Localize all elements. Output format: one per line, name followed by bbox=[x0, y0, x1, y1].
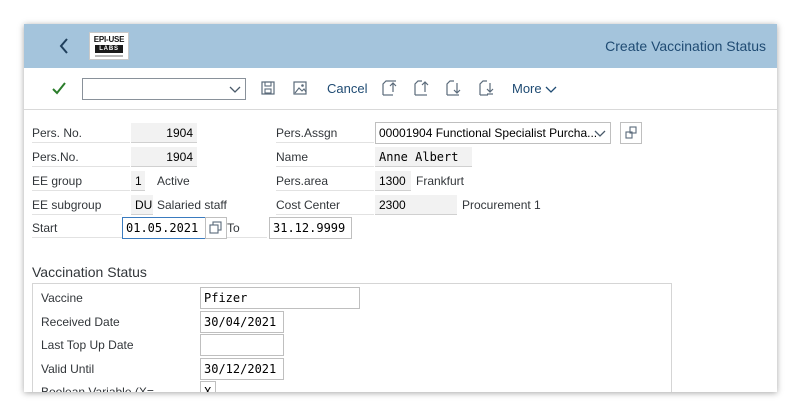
last-top-up-date-label: Last Top Up Date bbox=[41, 338, 134, 352]
vaccination-group: Vaccine Pfizer Received Date 30/04/2021 … bbox=[32, 283, 672, 392]
shell-bar: EPI-USE LABS Create Vaccination Status bbox=[24, 24, 777, 68]
copy-icon bbox=[209, 221, 222, 234]
valid-until-label: Valid Until bbox=[41, 362, 95, 376]
pers-no-value: 1904 bbox=[131, 123, 197, 143]
received-date-input[interactable]: 30/04/2021 bbox=[200, 311, 284, 333]
vaccination-section-title: Vaccination Status bbox=[32, 264, 147, 280]
ee-subgroup-code: DU bbox=[131, 195, 153, 215]
start-label: Start bbox=[32, 218, 126, 238]
next-page-icon[interactable] bbox=[445, 80, 461, 96]
back-button[interactable] bbox=[54, 35, 74, 57]
first-page-icon[interactable] bbox=[381, 80, 397, 96]
ee-group-text: Active bbox=[157, 174, 190, 188]
last-page-icon[interactable] bbox=[478, 80, 494, 96]
image-icon[interactable] bbox=[292, 80, 308, 96]
pers-assgn-select[interactable]: 00001904 Functional Specialist Purcha... bbox=[375, 122, 611, 144]
date-picker-button[interactable] bbox=[205, 217, 227, 239]
chevron-down-icon bbox=[545, 86, 557, 93]
cost-center-text: Procurement 1 bbox=[462, 198, 541, 212]
pers-assgn-label: Pers.Assgn bbox=[276, 123, 374, 143]
chevron-down-icon bbox=[229, 86, 241, 93]
pers-area-text: Frankfurt bbox=[416, 174, 465, 188]
link-icon bbox=[625, 126, 637, 139]
previous-page-icon[interactable] bbox=[413, 80, 429, 96]
cancel-button[interactable]: Cancel bbox=[327, 81, 367, 96]
pers-no2-value: 1904 bbox=[131, 147, 197, 167]
more-button[interactable]: More bbox=[512, 81, 557, 96]
cost-center-label: Cost Center bbox=[276, 195, 374, 215]
ee-group-code: 1 bbox=[131, 171, 145, 191]
save-icon[interactable] bbox=[260, 80, 276, 96]
vaccine-input[interactable]: Pfizer bbox=[200, 287, 360, 309]
ee-group-label: EE group bbox=[32, 171, 130, 191]
vaccine-label: Vaccine bbox=[41, 291, 83, 305]
to-label: To bbox=[227, 218, 267, 238]
company-logo: EPI-USE LABS bbox=[89, 32, 129, 60]
pers-no2-label: Pers.No. bbox=[32, 147, 130, 167]
to-date-input[interactable]: 31.12.9999 bbox=[269, 217, 352, 239]
ee-subgroup-text: Salaried staff bbox=[157, 198, 227, 212]
more-button-label: More bbox=[512, 81, 542, 96]
app-window: EPI-USE LABS Create Vaccination Status C… bbox=[24, 24, 777, 392]
chevron-left-icon bbox=[59, 38, 68, 54]
logo-labs: LABS bbox=[95, 45, 123, 53]
received-date-label: Received Date bbox=[41, 315, 120, 329]
pers-area-label: Pers.area bbox=[276, 171, 374, 191]
start-date-input[interactable]: 01.05.2021 bbox=[122, 217, 206, 239]
pers-no-label: Pers. No. bbox=[32, 123, 130, 143]
pers-area-code: 1300 bbox=[375, 171, 411, 191]
boolean-variable-input[interactable]: X bbox=[200, 381, 216, 392]
boolean-variable-label: Boolean Variable (X= bbox=[41, 385, 154, 392]
logo-tagline bbox=[95, 55, 123, 57]
toolbar: Cancel More bbox=[24, 68, 777, 110]
assignment-overview-button[interactable] bbox=[620, 122, 642, 144]
last-top-up-date-input[interactable] bbox=[200, 334, 284, 356]
name-label: Name bbox=[276, 147, 374, 167]
chevron-down-icon bbox=[594, 130, 606, 137]
logo-brand: EPI-USE bbox=[93, 35, 125, 44]
check-icon[interactable] bbox=[51, 80, 67, 96]
ee-subgroup-label: EE subgroup bbox=[32, 195, 122, 215]
name-value: Anne Albert bbox=[375, 147, 472, 167]
cost-center-code: 2300 bbox=[375, 195, 457, 215]
valid-until-input[interactable]: 30/12/2021 bbox=[200, 358, 284, 380]
app-title: Create Vaccination Status bbox=[605, 38, 766, 54]
command-field[interactable] bbox=[82, 78, 246, 100]
pers-assgn-value: 00001904 Functional Specialist Purcha... bbox=[379, 126, 598, 140]
